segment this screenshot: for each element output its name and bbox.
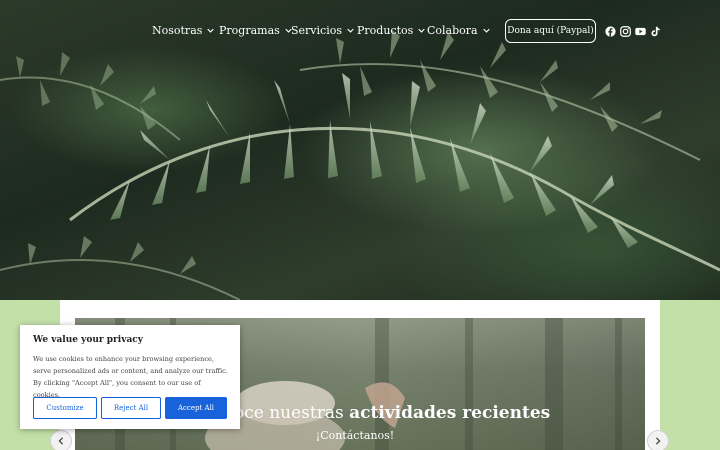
chevron-down-icon	[207, 28, 215, 33]
nav-item-colabora[interactable]: Colabora	[427, 24, 490, 37]
slide-title-bold: actividades recientes	[349, 403, 551, 423]
donate-paypal-button[interactable]: Dona aquí (Paypal)	[505, 19, 596, 43]
nav-item-label: Productos	[357, 24, 414, 37]
nav-item-label: Servicios	[291, 24, 342, 37]
chevron-down-icon	[347, 28, 354, 33]
cookie-consent-banner: We value your privacy We use cookies to …	[20, 325, 240, 429]
chevron-left-icon	[58, 437, 64, 445]
nav-item-productos[interactable]: Productos	[357, 24, 425, 37]
slide-subtitle[interactable]: ¡Contáctanos!	[270, 429, 440, 442]
slider-next-button[interactable]	[647, 430, 669, 450]
cookie-accept-button[interactable]: Accept All	[165, 397, 227, 419]
cookie-title: We value your privacy	[33, 335, 143, 345]
hero-banner	[0, 0, 720, 300]
chevron-down-icon	[418, 28, 425, 33]
fern-background-image	[0, 30, 720, 300]
cookie-customize-button[interactable]: Customize	[33, 397, 97, 419]
nav-item-nosotras[interactable]: Nosotras	[152, 24, 215, 37]
instagram-icon[interactable]	[620, 26, 631, 37]
cookie-description: We use cookies to enhance your browsing …	[33, 355, 228, 399]
donate-button-label: Dona aquí (Paypal)	[507, 26, 594, 36]
cookie-reject-button[interactable]: Reject All	[101, 397, 161, 419]
nav-item-servicios[interactable]: Servicios	[291, 24, 354, 37]
tiktok-icon[interactable]	[650, 26, 661, 37]
youtube-icon[interactable]	[635, 26, 646, 37]
nav-item-label: Programas	[219, 24, 280, 37]
chevron-right-icon	[655, 437, 661, 445]
nav-item-label: Colabora	[427, 24, 478, 37]
nav-item-label: Nosotras	[152, 24, 203, 37]
chevron-down-icon	[482, 28, 490, 33]
facebook-icon[interactable]	[605, 26, 616, 37]
nav-item-programas[interactable]: Programas	[219, 24, 292, 37]
slider-prev-button[interactable]	[50, 430, 72, 450]
